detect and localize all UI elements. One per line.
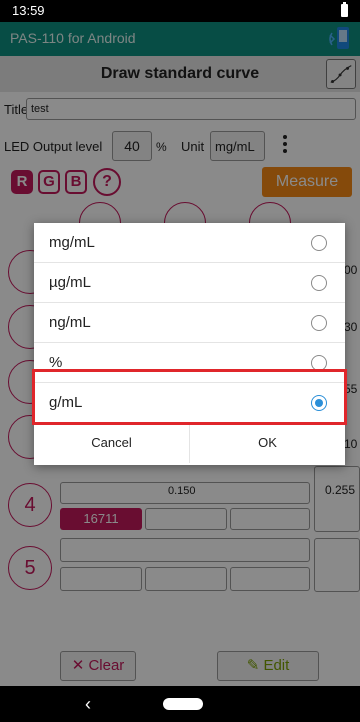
- unit-option-label: ng/mL: [49, 314, 91, 331]
- radio-button[interactable]: [311, 315, 327, 331]
- unit-option-label: µg/mL: [49, 274, 91, 291]
- radio-button[interactable]: [311, 275, 327, 291]
- unit-picker-dialog: mg/mL µg/mL ng/mL % g/mL Cancel OK: [34, 223, 345, 465]
- back-icon[interactable]: ‹: [85, 694, 91, 715]
- radio-button[interactable]: [311, 235, 327, 251]
- status-time: 13:59: [12, 3, 45, 18]
- unit-option[interactable]: mg/mL: [34, 223, 345, 263]
- selection-highlight-box: [32, 369, 347, 425]
- home-pill-icon[interactable]: [163, 698, 203, 710]
- navigation-bar: ‹: [0, 686, 360, 722]
- battery-icon: [341, 2, 348, 17]
- status-bar: 13:59: [0, 0, 360, 22]
- unit-option[interactable]: µg/mL: [34, 263, 345, 303]
- unit-option-label: mg/mL: [49, 234, 95, 251]
- cancel-button[interactable]: Cancel: [34, 423, 189, 463]
- ok-button[interactable]: OK: [190, 423, 345, 463]
- unit-option[interactable]: ng/mL: [34, 303, 345, 343]
